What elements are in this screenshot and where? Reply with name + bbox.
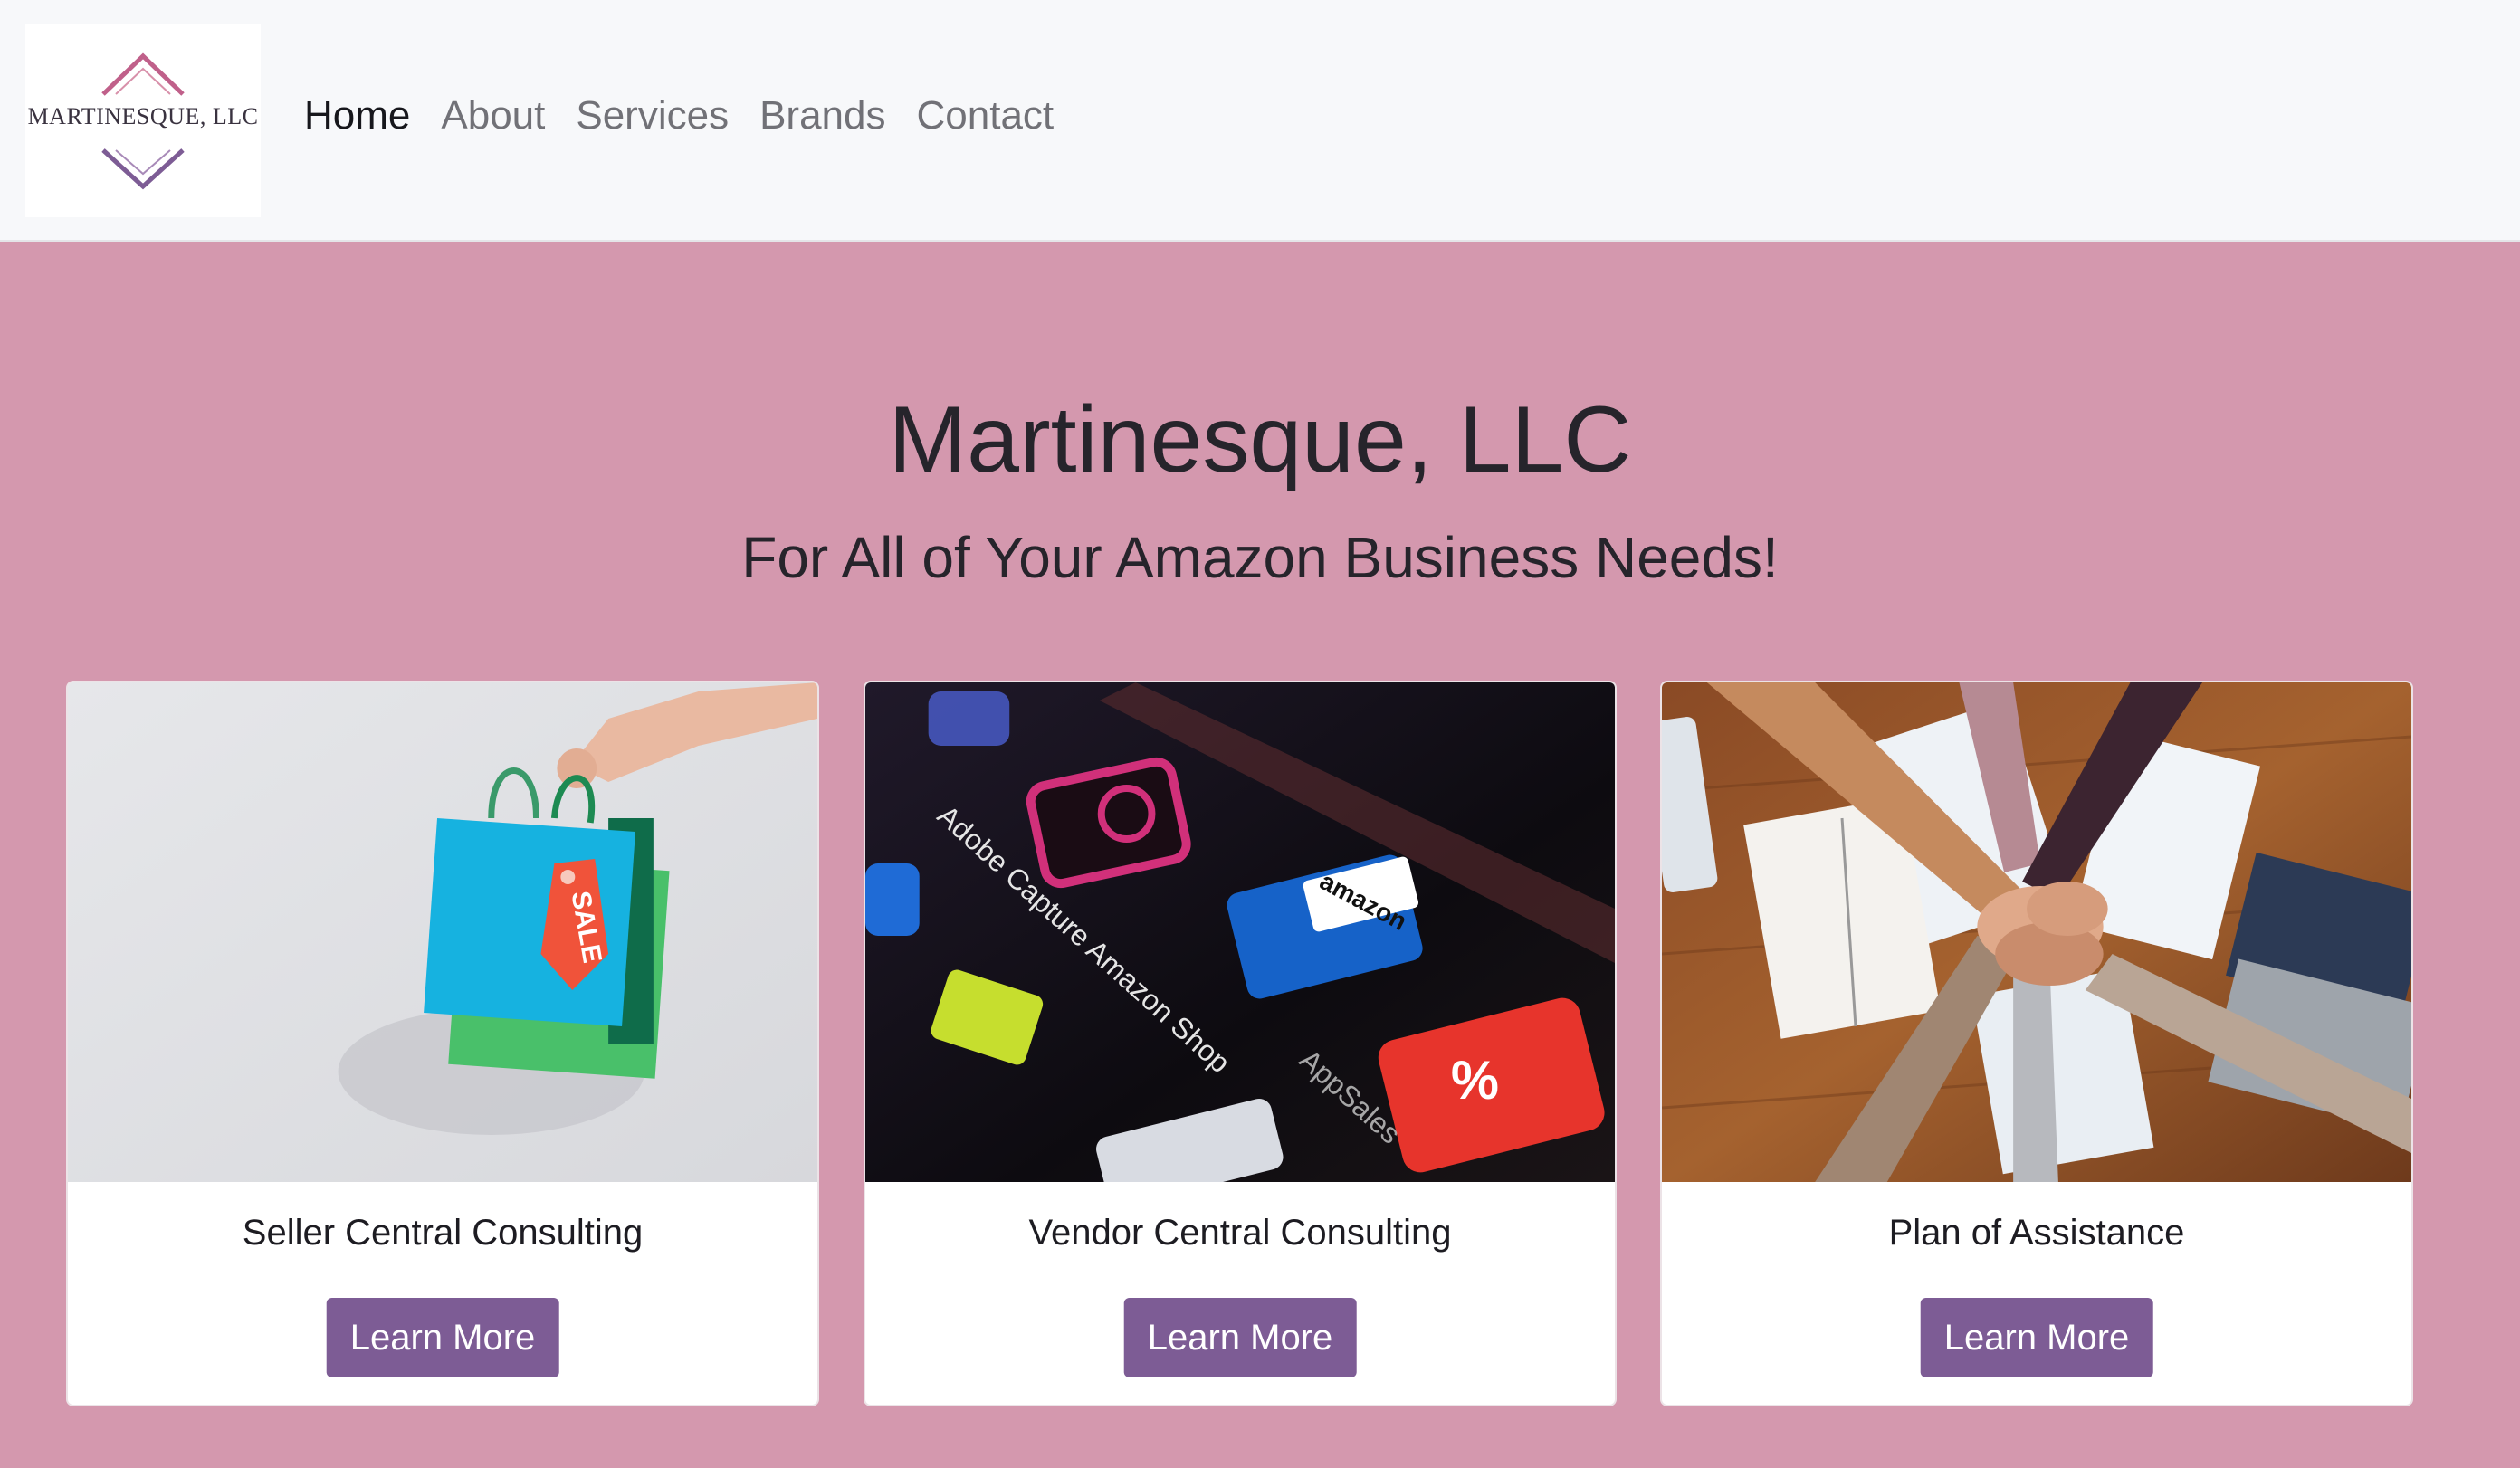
shopping-bags-sale-image: SALE — [68, 682, 817, 1182]
team-hands-together-image — [1662, 682, 2411, 1182]
svg-text:%: % — [1451, 1050, 1499, 1111]
service-card-plan-of-assistance: Plan of Assistance Learn More — [1660, 681, 2413, 1406]
app-icons-amazon-screen-image: amazon % Adobe Capture Amazon Shop AppSa… — [865, 682, 1615, 1182]
learn-more-button[interactable]: Learn More — [1920, 1298, 2153, 1377]
card-title: Seller Central Consulting — [242, 1213, 644, 1253]
nav-services[interactable]: Services — [576, 87, 729, 145]
card-title: Plan of Assistance — [1888, 1213, 2185, 1253]
service-card-vendor-central: amazon % Adobe Capture Amazon Shop AppSa… — [864, 681, 1617, 1406]
service-card-seller-central: SALE Seller Central Consulting Learn Mor… — [66, 681, 819, 1406]
learn-more-button[interactable]: Learn More — [326, 1298, 559, 1377]
navbar: MARTINESQUE, LLC Home About Services Bra… — [0, 0, 2520, 242]
nav-contact[interactable]: Contact — [917, 87, 1055, 145]
logo-text: MARTINESQUE, LLC — [27, 103, 259, 129]
company-logo[interactable]: MARTINESQUE, LLC — [25, 24, 261, 217]
card-title: Vendor Central Consulting — [1028, 1213, 1452, 1253]
hero-title: Martinesque, LLC — [888, 387, 1632, 492]
nav-home[interactable]: Home — [304, 87, 410, 145]
nav-about[interactable]: About — [441, 87, 545, 145]
nav-brands[interactable]: Brands — [759, 87, 885, 145]
learn-more-button[interactable]: Learn More — [1123, 1298, 1357, 1377]
hero-subtitle: For All of Your Amazon Business Needs! — [741, 525, 1779, 590]
main-nav: Home About Services Brands Contact — [304, 87, 1054, 145]
